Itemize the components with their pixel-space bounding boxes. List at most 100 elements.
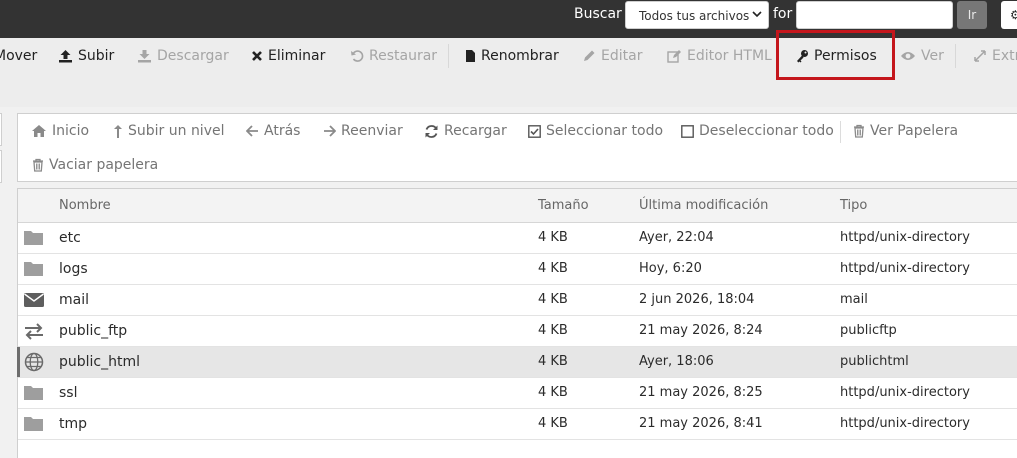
toolbar-divider	[448, 44, 449, 68]
column-header-modified[interactable]: Última modificación	[639, 198, 768, 214]
file-modified: Ayer, 18:06	[639, 354, 714, 369]
upload-icon	[59, 50, 72, 63]
html-editor-label: Editor HTML	[687, 48, 772, 64]
file-size: 4 KB	[538, 416, 568, 431]
column-header-name[interactable]: Nombre	[59, 198, 111, 214]
folder-icon	[24, 262, 43, 276]
search-scope-value: Todos tus archivos	[639, 9, 750, 23]
file-name: ssl	[59, 385, 78, 401]
nav-up-level-label: Subir un nivel	[128, 123, 225, 139]
rename-label: Renombrar	[481, 48, 559, 64]
nav-reload-button[interactable]: Recargar	[424, 122, 507, 140]
nav-divider	[840, 121, 841, 143]
gear-icon: ⚙	[1010, 8, 1017, 22]
search-input[interactable]	[796, 1, 953, 29]
folder-icon	[24, 417, 43, 431]
nav-back-label: Atrás	[264, 123, 301, 139]
extract-label: Extraer	[992, 48, 1017, 64]
arrow-left-icon	[246, 125, 258, 137]
file-size: 4 KB	[538, 230, 568, 245]
nav-home-button[interactable]: Inicio	[31, 122, 89, 140]
delete-label: Eliminar	[268, 48, 326, 64]
side-panel-edge	[0, 150, 2, 183]
view-button[interactable]: Ver	[900, 47, 944, 65]
file-modified: 21 may 2026, 8:24	[639, 323, 763, 338]
file-type: mail	[840, 292, 868, 307]
home-icon	[32, 125, 46, 137]
table-row[interactable]: logs 4 KB Hoy, 6:20 httpd/unix-directory	[18, 254, 1017, 285]
table-row[interactable]: tmp 4 KB 21 may 2026, 8:41 httpd/unix-di…	[18, 409, 1017, 440]
file-table: Nombre Tamaño Última modificación Tipo e…	[17, 188, 1017, 458]
file-name: etc	[59, 230, 81, 246]
download-button[interactable]: Descargar	[137, 47, 229, 65]
trash-icon	[33, 158, 43, 172]
move-button[interactable]: Mover	[0, 47, 37, 65]
restore-button[interactable]: Restaurar	[350, 47, 437, 65]
file-size: 4 KB	[538, 323, 568, 338]
extract-button[interactable]: Extraer	[973, 47, 1017, 65]
file-name: public_ftp	[59, 323, 128, 339]
go-button[interactable]: Ir	[957, 1, 987, 29]
nav-forward-button[interactable]: Reenviar	[323, 122, 403, 140]
download-icon	[138, 50, 151, 63]
folder-icon	[24, 386, 43, 400]
upload-label: Subir	[78, 48, 115, 64]
file-modified: 2 jun 2026, 18:04	[639, 292, 755, 307]
checkbox-checked-icon	[528, 124, 541, 138]
file-type: httpd/unix-directory	[840, 230, 970, 245]
search-scope-select[interactable]: Todos tus archivos	[625, 1, 769, 29]
table-row-selected[interactable]: public_html 4 KB Ayer, 18:06 publichtml	[17, 347, 1017, 378]
nav-select-all-button[interactable]: Seleccionar todo	[528, 122, 663, 140]
table-header: Nombre Tamaño Última modificación Tipo	[18, 189, 1017, 223]
file-size: 4 KB	[538, 261, 568, 276]
edit-square-icon	[667, 50, 681, 63]
nav-reload-label: Recargar	[444, 123, 507, 139]
upload-button[interactable]: Subir	[58, 47, 114, 65]
table-row[interactable]: mail 4 KB 2 jun 2026, 18:04 mail	[18, 285, 1017, 316]
nav-up-level-button[interactable]: Subir un nivel	[113, 122, 225, 140]
file-size: 4 KB	[538, 292, 568, 307]
nav-back-button[interactable]: Atrás	[246, 122, 300, 140]
nav-view-trash-button[interactable]: Ver Papelera	[853, 122, 958, 140]
html-editor-button[interactable]: Editor HTML	[667, 47, 772, 65]
delete-icon	[252, 51, 262, 61]
file-modified: Hoy, 6:20	[639, 261, 702, 276]
toolbar-divider	[955, 44, 956, 68]
move-label: Mover	[0, 48, 38, 64]
file-name: logs	[59, 261, 88, 277]
file-type: httpd/unix-directory	[840, 416, 970, 431]
delete-button[interactable]: Eliminar	[251, 47, 325, 65]
edit-button[interactable]: Editar	[582, 47, 642, 65]
nav-view-trash-label: Ver Papelera	[870, 123, 959, 139]
column-header-size[interactable]: Tamaño	[538, 198, 589, 214]
file-icon	[466, 50, 475, 62]
trash-icon	[854, 124, 864, 138]
file-size: 4 KB	[538, 385, 568, 400]
nav-forward-label: Reenviar	[341, 123, 403, 139]
nav-select-all-label: Seleccionar todo	[546, 123, 664, 139]
rename-button[interactable]: Renombrar	[465, 47, 559, 65]
table-row[interactable]: public_ftp 4 KB 21 may 2026, 8:24 public…	[18, 316, 1017, 347]
file-modified: 21 may 2026, 8:41	[639, 416, 763, 431]
restore-label: Restaurar	[369, 48, 438, 64]
column-header-type[interactable]: Tipo	[840, 198, 867, 214]
transfer-icon	[25, 323, 43, 340]
eye-icon	[901, 52, 915, 60]
folder-icon	[24, 231, 43, 245]
side-panel-edge	[0, 113, 2, 146]
globe-icon	[24, 352, 44, 372]
table-row[interactable]: etc 4 KB Ayer, 22:04 httpd/unix-director…	[18, 223, 1017, 254]
nav-empty-trash-button[interactable]: Vaciar papelera	[32, 156, 158, 174]
nav-deselect-all-button[interactable]: Deseleccionar todo	[681, 122, 834, 140]
search-label: Buscar	[574, 6, 622, 22]
file-type: publicftp	[840, 323, 897, 338]
settings-button[interactable]: ⚙	[1001, 1, 1017, 29]
file-size: 4 KB	[538, 354, 568, 369]
permissions-highlight	[776, 30, 895, 80]
file-modified: Ayer, 22:04	[639, 230, 714, 245]
table-row[interactable]: ssl 4 KB 21 may 2026, 8:25 httpd/unix-di…	[18, 378, 1017, 409]
file-type: httpd/unix-directory	[840, 261, 970, 276]
navigation-bar: Inicio Subir un nivel Atrás Reenviar Rec…	[17, 113, 1017, 182]
file-type: publichtml	[840, 354, 909, 369]
file-name: tmp	[59, 416, 88, 432]
